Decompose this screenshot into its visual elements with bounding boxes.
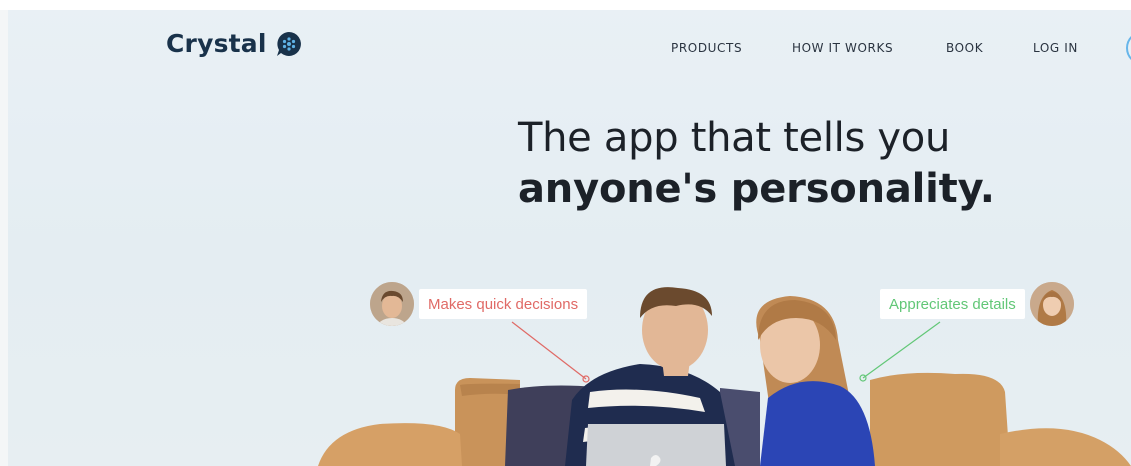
trait-label-left: Makes quick decisions	[419, 289, 588, 319]
avatar-man	[370, 282, 414, 326]
hero-photo	[318, 287, 1131, 466]
woman-face-icon	[1029, 282, 1074, 326]
trait-tag-left: Makes quick decisions	[370, 282, 588, 326]
nav-book[interactable]: BOOK	[946, 41, 983, 55]
main-nav: PRODUCTS HOW IT WORKS BOOK LOG IN	[0, 41, 1131, 57]
hero-headline: The app that tells you anyone's personal…	[518, 113, 995, 215]
nav-how-it-works[interactable]: HOW IT WORKS	[792, 41, 893, 55]
trait-tag-right: Appreciates details	[880, 282, 1074, 326]
trait-label-right: Appreciates details	[880, 289, 1025, 319]
top-border	[0, 0, 1131, 10]
nav-cta-button[interactable]	[1126, 31, 1131, 65]
nav-log-in[interactable]: LOG IN	[1033, 41, 1078, 55]
man-face-icon	[370, 282, 414, 326]
avatar-woman	[1029, 282, 1074, 326]
hero-line-2: anyone's personality.	[518, 166, 995, 212]
hero-line-1: The app that tells you	[518, 115, 951, 161]
nav-products[interactable]: PRODUCTS	[671, 41, 742, 55]
left-edge	[0, 10, 8, 466]
